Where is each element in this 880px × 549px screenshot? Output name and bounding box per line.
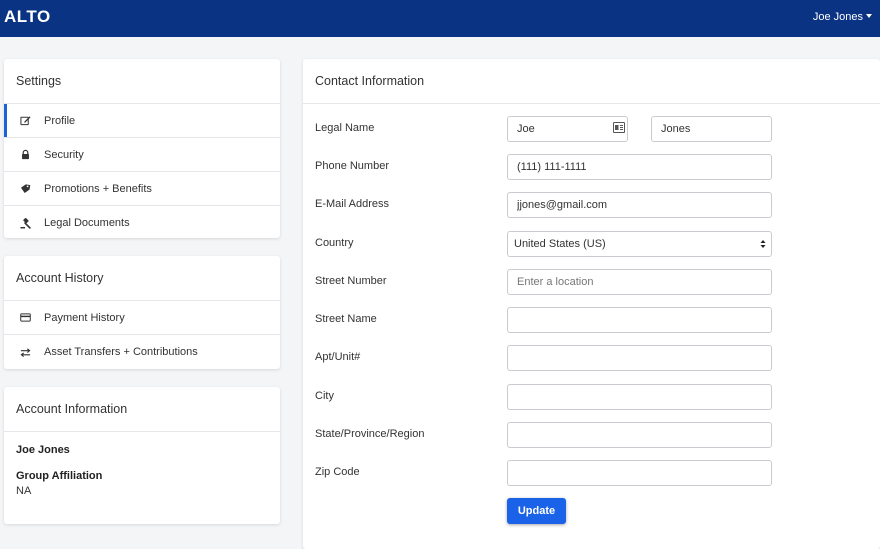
city-row: City [315, 384, 775, 410]
zip-label: Zip Code [315, 466, 360, 478]
group-affiliation-value: NA [16, 485, 32, 497]
street-name-label: Street Name [315, 313, 377, 325]
apt-row: Apt/Unit# [315, 345, 775, 371]
settings-item-promotions[interactable]: Promotions + Benefits [4, 172, 280, 206]
contact-card-icon [613, 122, 625, 133]
account-info-card: Account Information Joe Jones Group Affi… [4, 387, 280, 524]
history-item-label: Asset Transfers + Contributions [44, 346, 198, 358]
account-info-title: Account Information [4, 387, 280, 432]
legal-name-label: Legal Name [315, 122, 375, 134]
lock-icon [19, 149, 31, 161]
history-item-label: Payment History [44, 311, 125, 324]
phone-row: Phone Number [315, 154, 775, 180]
phone-label: Phone Number [315, 160, 389, 172]
select-arrows-icon [760, 238, 766, 250]
account-history-card: Account History Payment History Asset Tr… [4, 256, 280, 369]
settings-item-label: Promotions + Benefits [44, 182, 152, 195]
apt-input[interactable] [507, 345, 772, 371]
settings-item-profile[interactable]: Profile [4, 104, 280, 138]
city-label: City [315, 390, 334, 402]
state-label: State/Province/Region [315, 428, 425, 440]
settings-item-label: Profile [44, 114, 76, 127]
country-row: Country United States (US) [315, 231, 775, 257]
group-affiliation-label: Group Affiliation [16, 470, 103, 482]
legal-name-row: Legal Name [315, 116, 775, 142]
edit-icon [19, 115, 31, 127]
settings-title: Settings [4, 59, 280, 104]
history-item-transfers[interactable]: Asset Transfers + Contributions [4, 335, 280, 369]
caret-down-icon [866, 14, 872, 18]
state-row: State/Province/Region [315, 422, 775, 448]
country-label: Country [315, 237, 354, 249]
street-number-input[interactable] [507, 269, 772, 295]
email-input[interactable] [507, 192, 772, 218]
credit-card-icon [19, 312, 31, 324]
street-number-label: Street Number [315, 275, 387, 287]
alto-logo[interactable]: ALTO [4, 7, 51, 27]
email-label: E-Mail Address [315, 198, 389, 210]
state-input[interactable] [507, 422, 772, 448]
last-name-input[interactable] [651, 116, 772, 142]
tag-icon [19, 183, 31, 195]
street-name-row: Street Name [315, 307, 775, 333]
city-input[interactable] [507, 384, 772, 410]
settings-item-label: Legal Documents [44, 217, 130, 229]
country-selected-value: United States (US) [514, 238, 606, 250]
apt-label: Apt/Unit# [315, 351, 361, 363]
zip-input[interactable] [507, 460, 772, 486]
account-holder-name: Joe Jones [16, 444, 70, 456]
user-name: Joe Jones [812, 11, 863, 23]
top-navbar: ALTO Joe Jones [0, 0, 880, 37]
exchange-icon [19, 346, 31, 358]
gavel-icon [19, 217, 31, 229]
street-number-row: Street Number [315, 269, 775, 295]
update-button[interactable]: Update [507, 498, 566, 524]
country-select[interactable]: United States (US) [507, 231, 772, 257]
zip-row: Zip Code [315, 460, 775, 486]
first-name-input[interactable] [507, 116, 628, 142]
phone-input[interactable] [507, 154, 772, 180]
contact-info-title: Contact Information [303, 59, 880, 104]
account-history-title: Account History [4, 256, 280, 301]
settings-item-security[interactable]: Security [4, 138, 280, 172]
user-menu-dropdown[interactable]: Joe Jones [813, 11, 872, 23]
settings-item-legal[interactable]: Legal Documents [4, 206, 280, 240]
history-item-payment[interactable]: Payment History [4, 301, 280, 335]
street-name-input[interactable] [507, 307, 772, 333]
email-row: E-Mail Address [315, 192, 775, 218]
settings-card: Settings Profile Security Promotions + B… [4, 59, 280, 238]
contact-info-card: Contact Information Legal Name Phone Num… [303, 59, 880, 549]
settings-item-label: Security [44, 148, 84, 161]
